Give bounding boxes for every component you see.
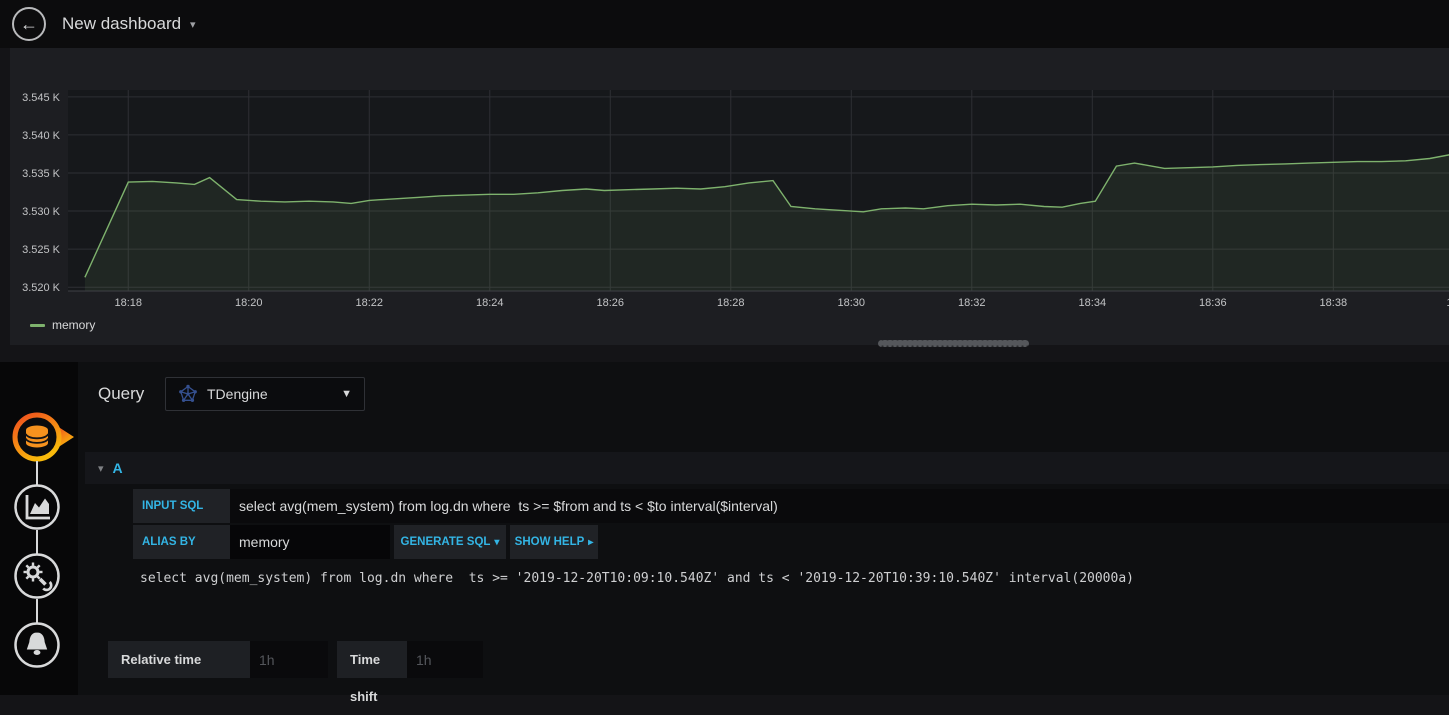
- chevron-right-icon: ▸: [588, 537, 594, 548]
- legend-item-memory[interactable]: memory: [30, 318, 95, 332]
- svg-text:18:22: 18:22: [355, 297, 383, 309]
- query-section-title: Query: [98, 384, 145, 403]
- dashboard-title-caret-icon[interactable]: ▾: [190, 0, 196, 48]
- query-row-header[interactable]: ▾ A: [85, 452, 1449, 484]
- legend-label: memory: [52, 318, 96, 332]
- generated-sql-preview: select avg(mem_system) from log.dn where…: [140, 571, 1134, 586]
- svg-text:18:24: 18:24: [476, 297, 504, 309]
- memory-timeseries-chart[interactable]: 3.520 K 3.525 K 3.530 K 3.535 K 3.540 K 3.545…: [10, 48, 1449, 345]
- generate-sql-button[interactable]: GENERATE SQL ▾: [394, 525, 506, 559]
- svg-text:3.525 K: 3.525 K: [22, 244, 61, 256]
- editor-tab-strip: [0, 362, 78, 695]
- top-nav-bar: ← New dashboard ▾: [0, 0, 1449, 48]
- chevron-down-icon: ▾: [494, 537, 500, 548]
- show-help-button[interactable]: SHOW HELP ▸: [510, 525, 598, 559]
- datasource-picker[interactable]: TDengine ▼: [165, 377, 365, 411]
- tab-general[interactable]: [14, 553, 60, 599]
- query-ref-id: A: [112, 460, 123, 476]
- svg-text:18:30: 18:30: [838, 297, 866, 309]
- input-sql-field[interactable]: [230, 489, 1449, 523]
- graph-panel: Panel Title 3.520 K3.525 K3.530 K3.535 K…: [10, 48, 1449, 345]
- tab-alert[interactable]: [14, 622, 60, 668]
- dashboard-title[interactable]: New dashboard: [62, 0, 181, 48]
- svg-text:3.545 K: 3.545 K: [22, 92, 61, 104]
- tab-queries[interactable]: [12, 412, 74, 462]
- datasource-caret-icon: ▼: [341, 388, 352, 400]
- svg-text:18:28: 18:28: [717, 297, 745, 309]
- svg-text:18:36: 18:36: [1199, 297, 1227, 309]
- panel-resize-handle[interactable]: [878, 340, 1029, 347]
- legend-color-dash: [30, 323, 45, 327]
- graph-icon: [25, 495, 50, 520]
- svg-text:18:34: 18:34: [1079, 297, 1107, 309]
- database-icon: [25, 425, 49, 448]
- svg-text:18:38: 18:38: [1320, 297, 1348, 309]
- collapse-caret-icon: ▾: [98, 462, 104, 475]
- svg-text:3.520 K: 3.520 K: [22, 282, 61, 294]
- svg-text:3.530 K: 3.530 K: [22, 206, 61, 218]
- alias-by-field[interactable]: [230, 525, 390, 559]
- svg-text:18:20: 18:20: [235, 297, 263, 309]
- back-arrow-icon[interactable]: ←: [12, 7, 46, 41]
- input-sql-label: INPUT SQL: [133, 489, 230, 523]
- tab-visualization[interactable]: [14, 484, 60, 530]
- show-help-label: SHOW HELP: [514, 536, 585, 548]
- relative-time-label: Relative time: [108, 641, 250, 678]
- time-shift-label: Time shift: [337, 641, 407, 704]
- time-shift-field[interactable]: [407, 641, 483, 678]
- panel-editor: Query TDengine ▼ ▾ A INPUT SQL ALIAS BY …: [0, 362, 1449, 704]
- bell-icon: [26, 632, 48, 655]
- svg-text:18:32: 18:32: [958, 297, 986, 309]
- alias-by-label: ALIAS BY: [133, 525, 230, 559]
- editor-tabs-graphic: [12, 412, 74, 668]
- relative-time-field[interactable]: [250, 641, 328, 678]
- svg-text:3.535 K: 3.535 K: [22, 168, 61, 180]
- svg-text:3.540 K: 3.540 K: [22, 130, 61, 142]
- generate-sql-label: GENERATE SQL: [400, 536, 491, 548]
- tdengine-logo-icon: [179, 384, 197, 402]
- svg-text:18:18: 18:18: [114, 297, 142, 309]
- gear-wrench-icon: [23, 562, 53, 592]
- svg-text:18:26: 18:26: [597, 297, 625, 309]
- datasource-name: TDengine: [207, 386, 268, 402]
